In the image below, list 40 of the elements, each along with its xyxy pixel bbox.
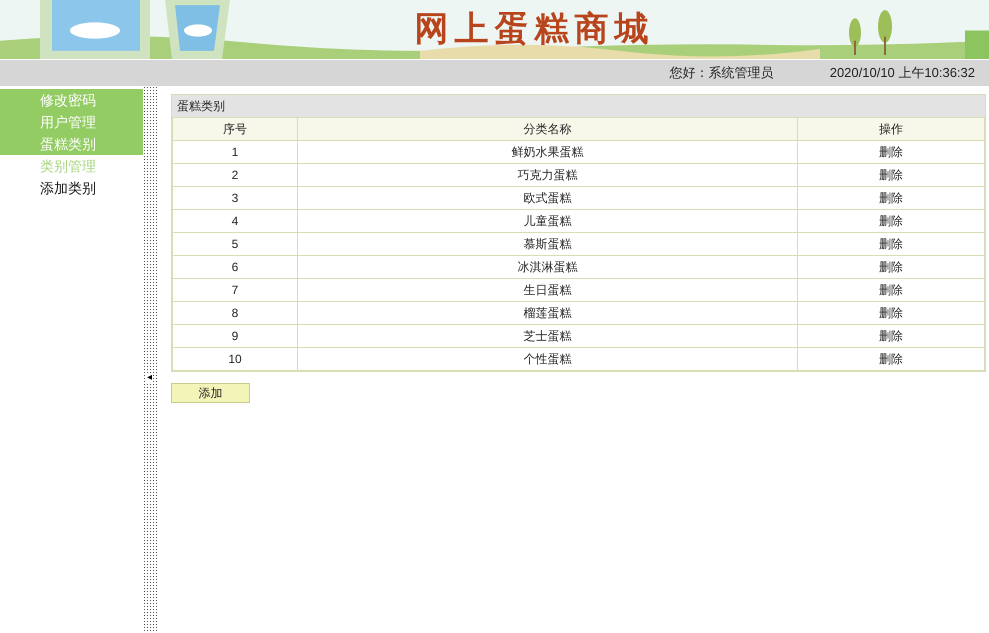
table-cell: 生日蛋糕: [298, 278, 798, 302]
table-cell: 8: [172, 302, 298, 324]
table-cell: 6: [172, 256, 298, 278]
datetime-text: 2020/10/10 上午10:36:32: [830, 64, 975, 82]
table-cell: 巧克力蛋糕: [298, 164, 798, 186]
delete-link[interactable]: 删除: [879, 145, 903, 159]
table-cell: 3: [172, 186, 298, 210]
delete-link[interactable]: 删除: [879, 168, 903, 182]
column-header: 序号: [172, 118, 298, 140]
add-button[interactable]: 添加: [171, 383, 250, 403]
table-cell: 个性蛋糕: [298, 348, 798, 370]
table-cell: 芝士蛋糕: [298, 324, 798, 348]
site-title: 网上蛋糕商城: [414, 8, 654, 51]
greeting-text: 您好：系统管理员: [670, 64, 774, 82]
delete-link[interactable]: 删除: [879, 237, 903, 251]
table-cell: 冰淇淋蛋糕: [298, 256, 798, 278]
menu-item[interactable]: 添加类别: [0, 177, 143, 199]
table-cell: 榴莲蛋糕: [298, 302, 798, 324]
column-header: 分类名称: [298, 118, 798, 140]
table-cell: 鲜奶水果蛋糕: [298, 140, 798, 164]
table-cell: 5: [172, 232, 298, 256]
table-title: 蛋糕类别: [172, 95, 985, 117]
table-cell: 7: [172, 278, 298, 302]
delete-link[interactable]: 删除: [879, 283, 903, 297]
table-cell: 慕斯蛋糕: [298, 232, 798, 256]
delete-link[interactable]: 删除: [879, 214, 903, 228]
delete-link[interactable]: 删除: [879, 329, 903, 343]
table-cell: 9: [172, 324, 298, 348]
splitter[interactable]: ◂: [143, 86, 157, 633]
table-cell: 欧式蛋糕: [298, 186, 798, 210]
table-cell: 2: [172, 164, 298, 186]
delete-link[interactable]: 删除: [879, 352, 903, 366]
column-header: 操作: [798, 118, 984, 140]
delete-link[interactable]: 删除: [879, 306, 903, 320]
table-cell: 儿童蛋糕: [298, 210, 798, 232]
delete-link[interactable]: 删除: [879, 191, 903, 205]
table-cell: 10: [172, 348, 298, 370]
table-cell: 4: [172, 210, 298, 232]
delete-link[interactable]: 删除: [879, 260, 903, 274]
table-cell: 1: [172, 140, 298, 164]
